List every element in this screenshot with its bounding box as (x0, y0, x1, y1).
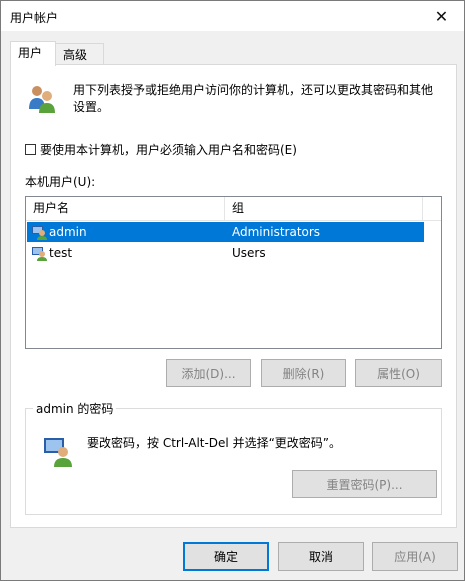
apply-button[interactable]: 应用(A) (372, 542, 458, 571)
password-group: admin 的密码 要改密码，按 Ctrl-Alt-Del 并选择“更改密码”。… (25, 400, 442, 515)
properties-button[interactable]: 属性(O) (355, 359, 442, 387)
cell-username: test (49, 246, 73, 260)
cell-group: Users (232, 246, 266, 260)
tab-advanced[interactable]: 高级 (55, 43, 104, 65)
change-password-text: 要改密码，按 Ctrl-Alt-Del 并选择“更改密码”。 (87, 436, 342, 450)
remove-user-button[interactable]: 删除(R) (261, 359, 346, 387)
password-group-label: admin 的密码 (33, 400, 117, 417)
close-icon[interactable]: ✕ (419, 1, 464, 31)
ok-button[interactable]: 确定 (183, 542, 269, 571)
window-title: 用户帐户 (10, 11, 59, 25)
table-row[interactable]: admin Administrators (27, 222, 424, 242)
add-user-button[interactable]: 添加(D)... (166, 359, 251, 387)
require-password-label[interactable]: 要使用本计算机，用户必须输入用户名和密码(E) (40, 141, 297, 158)
change-password-icon (44, 438, 72, 467)
local-users-label: 本机用户(U): (25, 175, 96, 189)
intro-text: 用下列表授予或拒绝用户访问你的计算机，还可以更改其密码和其他设置。 (73, 83, 434, 114)
cancel-button[interactable]: 取消 (278, 542, 364, 571)
require-password-checkbox[interactable] (25, 144, 36, 155)
tab-users[interactable]: 用户 (10, 41, 56, 66)
user-accounts-dialog: 用户帐户 ✕ 用户 高级 用下列表授予或拒绝用户访问你的计算机，还可以更改其密码… (0, 0, 465, 581)
user-row-icon (32, 247, 47, 261)
table-row[interactable]: test Users (27, 243, 424, 263)
users-tab-panel: 用下列表授予或拒绝用户访问你的计算机，还可以更改其密码和其他设置。 要使用本计算… (10, 64, 457, 528)
reset-password-button[interactable]: 重置密码(P)... (292, 470, 437, 498)
users-list-header: 用户名 组 (26, 197, 441, 221)
cell-group: Administrators (232, 225, 321, 239)
column-header-group[interactable]: 组 (225, 197, 423, 220)
title-bar: 用户帐户 ✕ (1, 1, 464, 31)
cell-username: admin (49, 225, 87, 239)
user-row-icon (32, 226, 47, 240)
require-password-row[interactable]: 要使用本计算机，用户必须输入用户名和密码(E) (25, 141, 297, 158)
users-list[interactable]: 用户名 组 admin Administrators test Users (25, 196, 442, 349)
column-header-username[interactable]: 用户名 (26, 197, 225, 220)
users-icon (29, 86, 55, 113)
